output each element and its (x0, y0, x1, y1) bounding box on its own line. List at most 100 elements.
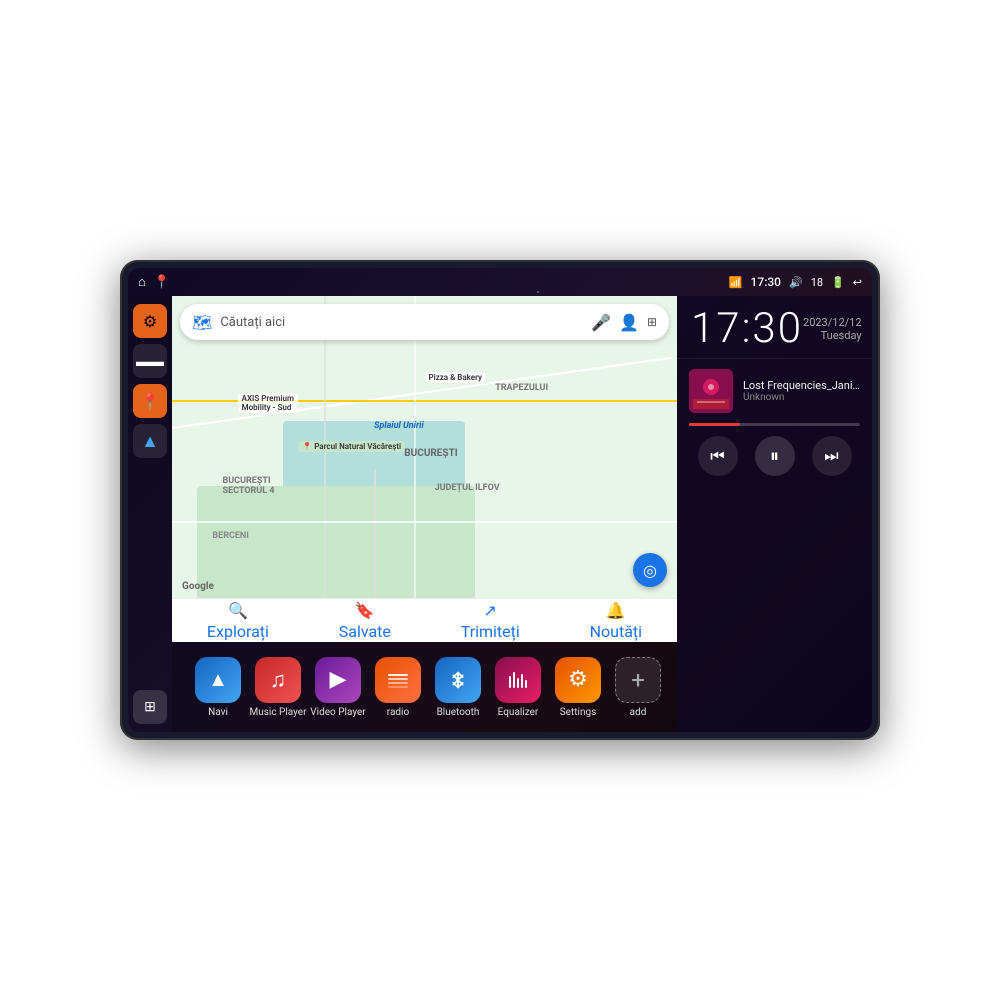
prev-button[interactable]: ⏮ (698, 436, 738, 476)
map-nav-saved[interactable]: 🔖 Salvate (339, 601, 391, 641)
app-music-player[interactable]: ♫ Music Player (248, 657, 308, 718)
status-left: ⌂ 📍 (138, 274, 170, 290)
music-icon: ♫ (255, 657, 301, 703)
music-progress-fill (689, 423, 740, 426)
next-icon: ⏭ (824, 446, 838, 466)
layers-icon[interactable]: ⊞ (647, 315, 657, 329)
share-icon: ↗ (484, 601, 497, 620)
map-road-5 (172, 521, 677, 523)
music-icon-symbol: ♫ (270, 667, 287, 693)
map-label-buc: BUCUREȘTI (404, 448, 457, 459)
device-screen: ⌂ 📍 📶 17:30 🔊 18 🔋 ↩ ⚙ ▬▬ (128, 268, 872, 732)
main-area: ⚙ ▬▬ 📍 ▲ ⊞ (128, 296, 872, 732)
home-icon[interactable]: ⌂ (138, 274, 146, 290)
sidebar-maps-button[interactable]: 📍 (133, 384, 167, 418)
share-label: Trimiteți (461, 622, 520, 641)
bluetooth-label: Bluetooth (437, 707, 480, 718)
map-nav-explore[interactable]: 🔍 Explorați (207, 601, 269, 641)
map-label-berceni: BERCENI (212, 531, 249, 541)
music-progress-bar[interactable] (689, 423, 860, 426)
bluetooth-icon-svg (447, 669, 469, 691)
right-panel: 17:30 2023/12/12 Tuesday (677, 296, 872, 732)
battery-level: 18 (811, 276, 823, 289)
radio-label: radio (387, 707, 409, 718)
map-label-splaiul: Splaiul Unirii (374, 421, 424, 431)
files-icon: ▬▬ (136, 353, 164, 370)
music-label: Music Player (249, 707, 306, 718)
map-nav-updates[interactable]: 🔔 Noutăți (590, 601, 642, 641)
clock-widget: 17:30 2023/12/12 Tuesday (677, 296, 872, 359)
clock-time: 17:30 (691, 308, 803, 350)
volume-icon: 🔊 (789, 276, 803, 289)
map-search-text[interactable]: Căutați aici (220, 315, 583, 330)
map-bottom-nav: 🔍 Explorați 🔖 Salvate ↗ Trimiteți (172, 598, 677, 642)
eq-icon (495, 657, 541, 703)
map-nav-share[interactable]: ↗ Trimiteți (461, 601, 520, 641)
music-album-art (689, 369, 733, 413)
sidebar-navi-button[interactable]: ▲ (133, 424, 167, 458)
map-label-sector4: BUCUREȘTISECTORUL 4 (223, 476, 275, 496)
clock-date: 2023/12/12 Tuesday (803, 316, 862, 342)
updates-label: Noutăți (590, 622, 642, 641)
locate-fab-button[interactable]: ◎ (633, 553, 667, 587)
map-label-trap: TRAPEZULUI (495, 383, 548, 393)
map-label-pizza: Pizza & Bakery (425, 372, 487, 383)
bluetooth-icon (435, 657, 481, 703)
settings-label: Settings (560, 707, 597, 718)
google-maps-icon: 🗺 (192, 313, 212, 332)
maps-status-icon[interactable]: 📍 (154, 275, 170, 290)
status-bar: ⌂ 📍 📶 17:30 🔊 18 🔋 ↩ (128, 268, 872, 296)
saved-label: Salvate (339, 622, 391, 641)
video-icon-symbol: ▶ (330, 667, 347, 692)
music-widget: Lost Frequencies_Janie... Unknown ⏮ ⏸ (677, 359, 872, 732)
sidebar-settings-button[interactable]: ⚙ (133, 304, 167, 338)
settings-icon: ⚙ (143, 312, 157, 331)
eq-icon-svg (506, 668, 530, 692)
pause-icon: ⏸ (770, 446, 779, 467)
sidebar-grid-button[interactable]: ⊞ (133, 690, 167, 724)
grid-icon: ⊞ (144, 699, 156, 715)
explore-label: Explorați (207, 622, 269, 641)
clock-date-full: 2023/12/12 (803, 316, 862, 329)
status-right: 📶 17:30 🔊 18 🔋 ↩ (729, 275, 862, 289)
next-button[interactable]: ⏭ (812, 436, 852, 476)
settings-icon-symbol: ⚙ (568, 667, 588, 692)
explore-icon: 🔍 (228, 601, 248, 620)
center-content: AXIS PremiumMobility - Sud Pizza & Baker… (172, 296, 677, 732)
navi-icon: ▲ (141, 431, 159, 452)
updates-icon: 🔔 (606, 601, 626, 620)
google-logo: Google (182, 581, 214, 592)
back-icon[interactable]: ↩ (853, 276, 862, 289)
map-search-bar[interactable]: 🗺 Căutați aici 🎤 👤 ⊞ (180, 304, 669, 340)
video-label: Video Player (310, 707, 365, 718)
navi-icon: ▲ (195, 657, 241, 703)
status-time: 17:30 (751, 275, 781, 289)
app-video-player[interactable]: ▶ Video Player (308, 657, 368, 718)
locate-icon: ◎ (643, 561, 657, 580)
app-settings[interactable]: ⚙ Settings (548, 657, 608, 718)
add-icon: + (615, 657, 661, 703)
map-label-ilfov: JUDEȚUL ILFOV (435, 483, 500, 493)
sidebar: ⚙ ▬▬ 📍 ▲ ⊞ (128, 296, 172, 732)
app-bluetooth[interactable]: Bluetooth (428, 657, 488, 718)
map-label-parc: 📍 Parcul Natural Văcărești (298, 441, 405, 452)
app-equalizer[interactable]: Equalizer (488, 657, 548, 718)
app-navi[interactable]: ▲ Navi (188, 657, 248, 718)
map-road-4 (324, 296, 326, 642)
radio-icon-svg (386, 668, 410, 692)
pause-button[interactable]: ⏸ (755, 436, 795, 476)
sidebar-files-button[interactable]: ▬▬ (133, 344, 167, 378)
map-container[interactable]: AXIS PremiumMobility - Sud Pizza & Baker… (172, 296, 677, 642)
map-south-area (197, 486, 475, 607)
prev-icon: ⏮ (710, 446, 724, 466)
app-radio[interactable]: radio (368, 657, 428, 718)
app-add[interactable]: + add (608, 657, 668, 718)
album-art-svg (689, 369, 733, 413)
mic-icon[interactable]: 🎤 (591, 313, 611, 332)
add-label: add (630, 707, 647, 718)
user-icon[interactable]: 👤 (619, 313, 639, 332)
eq-label: Equalizer (498, 707, 539, 718)
music-title: Lost Frequencies_Janie... (743, 379, 860, 392)
map-label-axis: AXIS PremiumMobility - Sud (238, 393, 298, 413)
maps-icon: 📍 (140, 392, 160, 411)
